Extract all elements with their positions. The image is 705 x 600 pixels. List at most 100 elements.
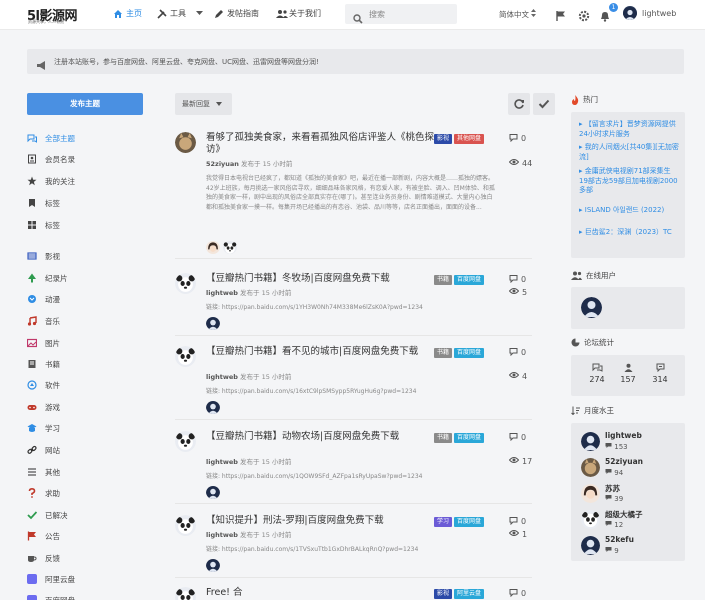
refresh-button[interactable] [508,93,530,115]
sidebar-item-category[interactable]: 反馈 [27,551,60,565]
topic-title[interactable]: 【豆瓣热门书籍】冬牧场|百度网盘免费下载 [206,273,438,285]
avatar[interactable] [206,400,220,414]
sidebar-item-category[interactable]: 纪录片 [27,271,68,285]
hot-topic-link[interactable]: ▸ 【留言求片】晋梦资源网提供24小时求片服务 [579,120,679,140]
sidebar-item-category[interactable]: 动漫 [27,292,60,306]
nav-posting-guide[interactable]: 发帖指南 [214,8,259,19]
sidebar-item-category[interactable]: 游戏 [27,400,60,414]
tag-badge[interactable]: 学习 [434,517,453,527]
avatar[interactable] [223,240,237,254]
ranking-row[interactable]: 52kefu 9 [581,534,681,558]
avatar[interactable] [581,484,600,503]
hot-topic-link[interactable]: ▸ 巨齿鲨2：深渊（2023）TC [579,228,679,252]
topic-title[interactable]: Free! 合 [206,587,438,599]
sidebar-item-all-topics[interactable]: 全部主题 [27,131,75,145]
avatar[interactable] [175,515,196,536]
topic-author[interactable]: lightweb [206,289,238,297]
ranking-row[interactable]: 苏苏 39 [581,482,681,506]
nav-about[interactable]: 关于我们 [276,8,321,19]
gear-icon[interactable] [578,7,590,22]
comment-icon [605,495,612,503]
avatar[interactable] [175,587,196,600]
topic-title[interactable]: 看够了孤独美食家，来看看孤独风俗店评鉴人《桃色探访》 [206,132,438,156]
tag-badge[interactable]: 百度网盘 [454,433,485,443]
sidebar-item-category[interactable]: 其他 [27,465,60,479]
language-select[interactable]: 简体中文 [499,9,537,20]
sidebar-item-category[interactable]: 软件 [27,378,60,392]
topic-title[interactable]: 【知识提升】刑法-罗翔|百度网盘免费下载 [206,515,438,527]
avatar[interactable] [581,458,600,477]
avatar[interactable] [623,6,637,20]
nav-home[interactable]: 主页 [113,8,142,19]
topic-title[interactable]: 【豆瓣热门书籍】动物农场|百度网盘免费下载 [206,431,438,443]
sidebar-item-category[interactable]: 公告 [27,529,60,543]
avatar[interactable] [175,431,196,452]
ranking-username[interactable]: lightweb [605,431,642,440]
sidebar-item-category[interactable]: 影视 [27,249,60,263]
sidebar-item-following[interactable]: 我的关注 [27,174,75,188]
tag-badge[interactable]: 百度网盘 [454,517,485,527]
avatar[interactable] [175,132,196,153]
hot-topic-link[interactable]: ▸ ISLAND 아일랜드 (2022) [579,206,679,226]
sidebar-item-category[interactable]: 图片 [26,336,60,350]
view-count: 5 [508,287,527,297]
sidebar-item-category[interactable]: 百度网盘 [27,593,75,600]
tag-badge[interactable]: 百度网盘 [454,275,485,285]
topic-author[interactable]: lightweb [206,531,238,539]
avatar[interactable] [206,316,220,330]
sidebar-item-label: 我的关注 [45,176,75,186]
ranking-row[interactable]: lightweb 153 [581,430,681,454]
avatar[interactable] [581,432,600,451]
topic-title[interactable]: 【豆瓣热门书籍】看不见的城市|百度网盘免费下载 [206,346,438,358]
tag-badge[interactable]: 书籍 [434,433,453,443]
tag-badge[interactable]: 阿里云盘 [454,589,485,599]
sidebar-item-category[interactable]: 书籍 [27,357,60,371]
site-logo[interactable]: 5l影源网 资源共享，人人有责 [27,3,97,25]
sidebar-item-bookmarks[interactable]: 标签 [27,196,60,210]
avatar[interactable] [581,297,602,318]
search-input[interactable]: 搜索 [345,4,457,24]
avatar[interactable] [206,485,220,499]
ranking-row[interactable]: 超级大橘子 12 [581,508,681,532]
hot-topic-link[interactable]: ▸ 我的人间烟火[共40集][无加密流] [579,143,679,163]
sidebar-item-category[interactable]: 网站 [27,443,60,457]
avatar[interactable] [581,536,600,555]
mark-all-read-button[interactable] [533,93,555,115]
tag-badge[interactable]: 百度网盘 [454,348,485,358]
avatar[interactable] [206,240,220,254]
tag-badge[interactable]: 其他网盘 [454,134,485,144]
sidebar-item-tags[interactable]: 标签 [27,218,60,232]
tag-badge[interactable]: 书籍 [434,348,453,358]
topic-author[interactable]: 52ziyuan [206,160,239,168]
post-topic-button[interactable]: 发布主题 [27,93,143,115]
ranking-username[interactable]: 苏苏 [605,483,620,494]
tag-badge[interactable]: 书籍 [434,275,453,285]
sidebar-item-category[interactable]: 已解决 [27,508,68,522]
topic-tags: 书籍 百度网盘 [434,348,485,358]
avatar[interactable] [581,510,600,529]
sidebar-item-members[interactable]: 会员名录 [27,152,75,166]
sidebar-item-category[interactable]: 阿里云盘 [27,572,75,586]
ranking-username[interactable]: 52kefu [605,535,634,544]
reply-count: 0 [509,432,526,443]
topic-author[interactable]: lightweb [206,458,238,466]
hot-topic-link[interactable]: ▸ 金庸武侠电视剧71部采集生19部古龙59部且加电视剧2000多部 [579,167,679,204]
avatar[interactable] [206,558,220,572]
ranking-row[interactable]: 52ziyuan 94 [581,456,681,480]
sort-dropdown[interactable]: 最新回复 [175,93,232,115]
tag-badge[interactable]: 影视 [434,134,453,144]
topic-author[interactable]: lightweb [206,373,238,381]
sidebar-item-label: 软件 [45,380,60,390]
sidebar-item-category[interactable]: 求助 [27,486,60,500]
tag-badge[interactable]: 影视 [434,589,453,599]
avatar[interactable] [175,346,196,367]
nav-tools[interactable]: 工具 [157,8,203,19]
sidebar-item-category[interactable]: 音乐 [27,314,60,328]
user-menu[interactable]: lightweb [642,9,676,18]
flag-icon[interactable] [555,7,567,21]
ranking-username[interactable]: 52ziyuan [605,457,643,466]
ranking-username[interactable]: 超级大橘子 [605,509,643,520]
sidebar-item-label: 游戏 [45,402,60,412]
sidebar-item-category[interactable]: 学习 [27,421,60,435]
avatar[interactable] [175,273,196,294]
